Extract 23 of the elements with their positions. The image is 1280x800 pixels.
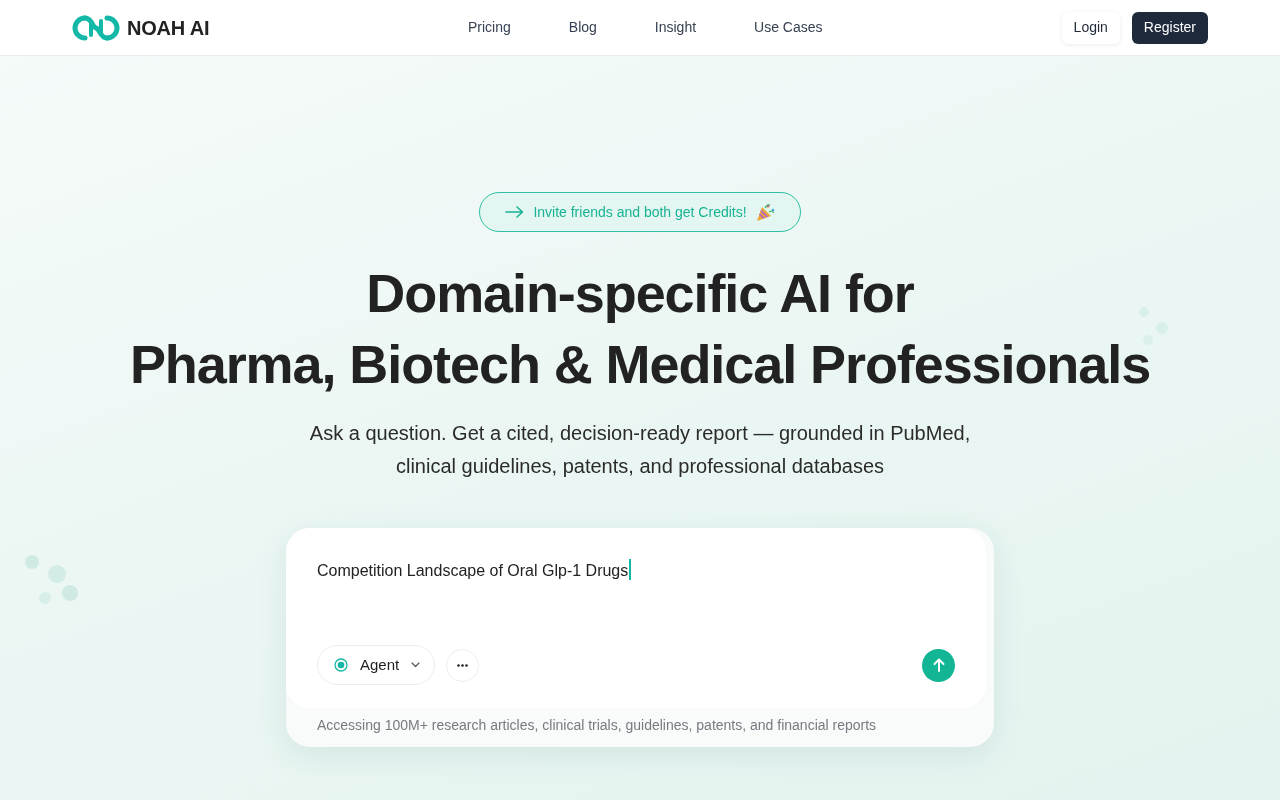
more-options-button[interactable] <box>446 648 480 682</box>
nav-link[interactable]: Blog <box>568 17 597 38</box>
sources-note: Accessing 100M+ research articles, clinical trials, guidelines, patents, and financial reports <box>316 716 878 735</box>
arrow-up-icon <box>932 658 945 672</box>
ellipsis-icon <box>457 663 469 667</box>
chevron-down-icon <box>411 662 421 668</box>
nav-link[interactable]: Insight <box>654 17 697 38</box>
logo-text[interactable]: NOAH AI <box>127 12 210 43</box>
circles-decoration-icon <box>24 554 80 604</box>
prompt-input[interactable]: Competition Landscape of Oral Glp-1 Drugs <box>317 559 955 645</box>
hero-subtitle: Ask a question. Get a cited, decision-ready report — grounded in PubMed, clinical guidelines, patents, and professional databases <box>308 421 972 479</box>
hero-title: Pharma, Biotech & Medical Professionals <box>129 333 1151 396</box>
radio-dot-icon <box>334 658 348 672</box>
agent-mode-button[interactable]: Agent <box>317 645 436 685</box>
register-button[interactable]: Register <box>1131 11 1208 44</box>
hero-title: Domain-specific AI for <box>366 262 914 325</box>
login-button[interactable]: Login <box>1061 11 1120 44</box>
party-popper-icon <box>755 202 775 222</box>
nav-link[interactable]: Use Cases <box>754 17 823 38</box>
send-button[interactable] <box>922 648 955 682</box>
nav-link[interactable]: Pricing <box>468 17 511 38</box>
logo-icon <box>72 14 120 41</box>
arrow-right-icon <box>505 206 525 218</box>
